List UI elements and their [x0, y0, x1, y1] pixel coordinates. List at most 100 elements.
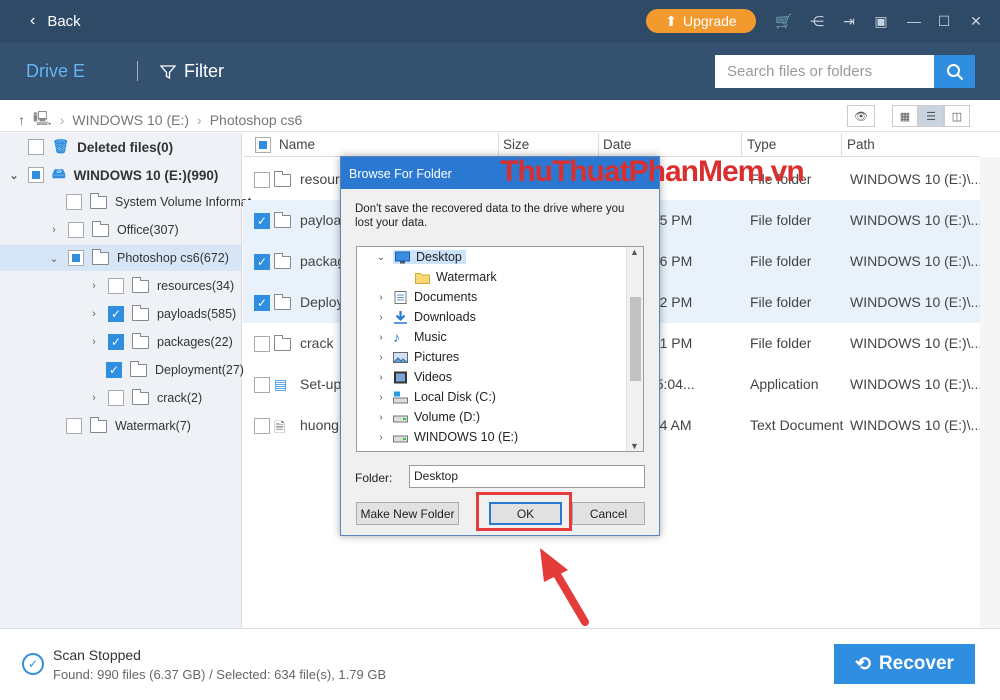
tree-item-drive[interactable]: ⌄ 🖴 WINDOWS 10 (E:)(990): [8, 162, 218, 188]
up-arrow-icon[interactable]: ↑: [18, 112, 25, 128]
column-header-name[interactable]: Name: [279, 137, 315, 152]
column-header-type[interactable]: Type: [747, 137, 776, 152]
filter-button[interactable]: Filter: [160, 61, 224, 82]
expand-icon[interactable]: ›: [375, 412, 387, 423]
folder-item-volume-d[interactable]: › Volume (D:): [375, 407, 480, 427]
checkbox[interactable]: ✓: [108, 334, 124, 350]
breadcrumb-item[interactable]: Photoshop cs6: [210, 112, 303, 128]
cancel-button[interactable]: Cancel: [572, 502, 645, 525]
column-header-date[interactable]: Date: [603, 137, 632, 152]
upgrade-button[interactable]: ⬆ Upgrade: [646, 9, 756, 33]
search-button[interactable]: [934, 55, 975, 88]
scroll-thumb[interactable]: [630, 297, 641, 381]
tree-item-packages[interactable]: › ✓ packages(22): [88, 329, 233, 355]
expand-icon[interactable]: ›: [375, 392, 387, 403]
checkbox[interactable]: [66, 418, 82, 434]
scroll-up-icon[interactable]: ▲: [630, 247, 639, 257]
preview-button[interactable]: 👁: [847, 105, 875, 127]
folder-item-downloads[interactable]: › Downloads: [375, 307, 476, 327]
scroll-down-icon[interactable]: ▼: [630, 441, 639, 451]
grid-view-button[interactable]: ▦: [892, 105, 918, 127]
checkbox[interactable]: [66, 194, 82, 210]
collapse-icon[interactable]: ⌄: [375, 252, 387, 263]
folder-list-scrollbar[interactable]: ▲ ▼: [626, 247, 643, 451]
login-icon[interactable]: ⇥: [840, 12, 858, 30]
list-view-button[interactable]: ☰: [918, 105, 944, 127]
checkbox[interactable]: ✓: [108, 306, 124, 322]
menu-icon[interactable]: ▣: [872, 12, 890, 30]
share-icon[interactable]: ⋲: [808, 12, 826, 30]
column-header-size[interactable]: Size: [503, 137, 529, 152]
column-divider[interactable]: [841, 133, 842, 157]
row-checkbox[interactable]: ✓: [254, 213, 270, 229]
cart-icon[interactable]: 🛒: [775, 12, 793, 30]
folder-tree: 🗑 Deleted files(0) ⌄ 🖴 WINDOWS 10 (E:)(9…: [0, 133, 242, 628]
folder-item-music[interactable]: › ♪ Music: [375, 327, 447, 347]
tree-item-deployment[interactable]: ✓ Deployment(27): [106, 357, 244, 383]
checkbox[interactable]: [28, 139, 44, 155]
tree-item-system-volume[interactable]: System Volume Informat: [66, 189, 251, 215]
expand-icon[interactable]: ›: [48, 224, 60, 236]
folder-item-desktop[interactable]: ⌄ Desktop: [375, 247, 466, 267]
table-scrollbar[interactable]: [980, 157, 1000, 628]
folder-item-documents[interactable]: › Documents: [375, 287, 477, 307]
checkbox[interactable]: [68, 222, 84, 238]
expand-icon[interactable]: ›: [375, 332, 387, 343]
column-divider[interactable]: [598, 133, 599, 157]
expand-icon[interactable]: ›: [375, 312, 387, 323]
column-divider[interactable]: [498, 133, 499, 157]
checkbox[interactable]: ✓: [106, 362, 122, 378]
search-input[interactable]: Search files or folders: [715, 55, 935, 88]
row-checkbox[interactable]: [254, 172, 270, 188]
folder-item-label: WINDOWS 10 (E:): [414, 430, 518, 444]
folder-item-videos[interactable]: › Videos: [375, 367, 452, 387]
breadcrumb-item[interactable]: WINDOWS 10 (E:): [72, 112, 189, 128]
expand-icon[interactable]: ›: [375, 292, 387, 303]
cell-path: WINDOWS 10 (E:)\...: [850, 417, 982, 433]
row-checkbox[interactable]: [254, 418, 270, 434]
tree-item-payloads[interactable]: › ✓ payloads(585): [88, 301, 236, 327]
text-document-icon: 🗎: [274, 417, 285, 441]
expand-icon[interactable]: ›: [375, 352, 387, 363]
expand-icon[interactable]: ⌄: [8, 169, 20, 182]
selected-folder[interactable]: Desktop: [393, 250, 466, 264]
tree-item-crack[interactable]: › crack(2): [88, 385, 202, 411]
folder-item-watermark[interactable]: Watermark: [415, 267, 497, 287]
maximize-icon[interactable]: ☐: [935, 12, 953, 30]
folder-item-local-disk-c[interactable]: › Local Disk (C:): [375, 387, 496, 407]
column-divider[interactable]: [741, 133, 742, 157]
checkbox[interactable]: [68, 250, 84, 266]
back-button[interactable]: ‹ Back: [30, 12, 81, 30]
minimize-icon[interactable]: —: [905, 12, 923, 30]
expand-icon[interactable]: ›: [88, 280, 100, 292]
folder-item-windows-e[interactable]: › WINDOWS 10 (E:): [375, 427, 518, 447]
tree-item-label: payloads(585): [157, 307, 236, 321]
row-checkbox[interactable]: ✓: [254, 254, 270, 270]
make-new-folder-button[interactable]: Make New Folder: [356, 502, 459, 525]
tree-item-photoshop[interactable]: ⌄ Photoshop cs6(672): [48, 245, 229, 271]
expand-icon[interactable]: ›: [375, 432, 387, 443]
expand-icon[interactable]: ›: [88, 308, 100, 320]
tree-item-watermark[interactable]: Watermark(7): [66, 413, 191, 439]
row-checkbox[interactable]: ✓: [254, 295, 270, 311]
checkbox[interactable]: [28, 167, 44, 183]
detail-view-button[interactable]: ◫: [944, 105, 970, 127]
tree-item-office[interactable]: › Office(307): [48, 217, 179, 243]
checkbox[interactable]: [108, 278, 124, 294]
row-checkbox[interactable]: [254, 336, 270, 352]
recover-button[interactable]: ⟲ Recover: [834, 644, 975, 684]
select-all-checkbox[interactable]: [255, 137, 271, 153]
close-icon[interactable]: ✕: [967, 12, 985, 30]
expand-icon[interactable]: ›: [375, 372, 387, 383]
tree-item-deleted[interactable]: 🗑 Deleted files(0): [28, 134, 173, 160]
checkbox[interactable]: [108, 390, 124, 406]
row-checkbox[interactable]: [254, 377, 270, 393]
folder-list[interactable]: ⌄ Desktop Watermark › Documents › Downlo…: [356, 246, 644, 452]
expand-icon[interactable]: ›: [88, 336, 100, 348]
folder-field[interactable]: Desktop: [409, 465, 645, 488]
expand-icon[interactable]: ›: [88, 392, 100, 404]
expand-icon[interactable]: ⌄: [48, 252, 60, 265]
folder-item-pictures[interactable]: › Pictures: [375, 347, 459, 367]
column-header-path[interactable]: Path: [847, 137, 875, 152]
tree-item-resources[interactable]: › resources(34): [88, 273, 234, 299]
